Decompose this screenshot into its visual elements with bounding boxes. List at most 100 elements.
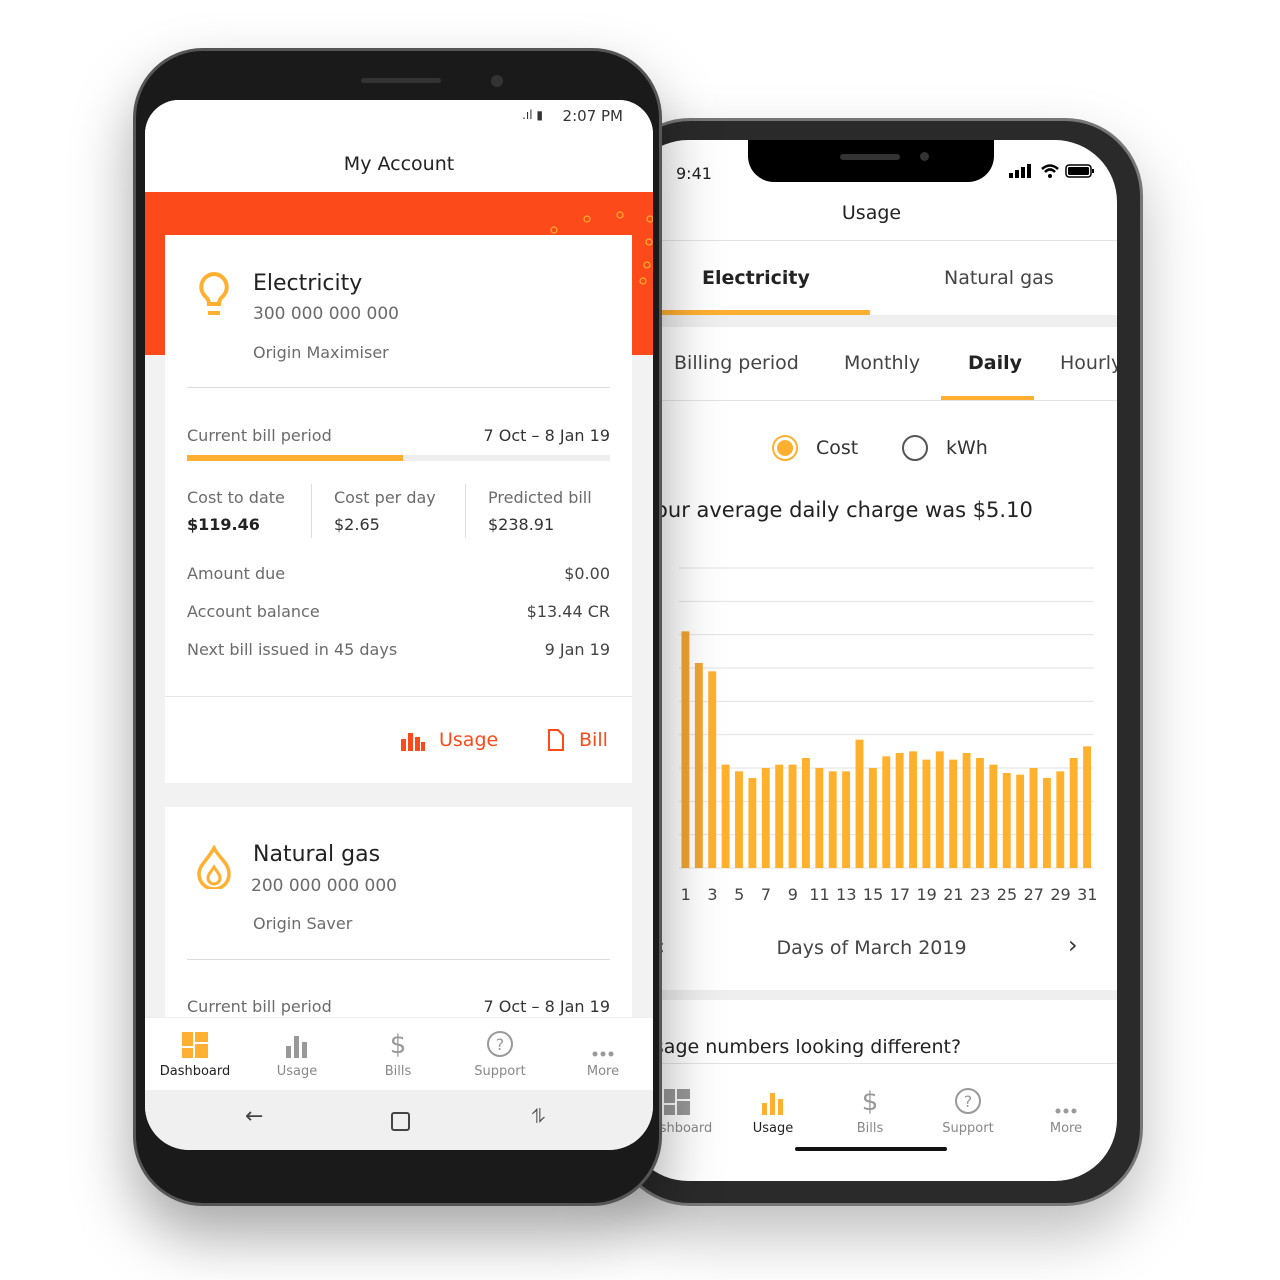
tab-monthly[interactable]: Monthly xyxy=(844,352,920,374)
divider xyxy=(465,484,466,538)
bill-button-label: Bill xyxy=(579,729,608,751)
bar-day-12 xyxy=(828,771,837,868)
bar-day-8 xyxy=(775,764,784,868)
x-tick-label: 5 xyxy=(734,885,744,904)
usage-button-label: Usage xyxy=(439,729,499,751)
next-chevron-icon[interactable]: › xyxy=(1068,931,1078,959)
nav-item-more[interactable]: More xyxy=(1016,1085,1116,1136)
plan-name: Origin Saver xyxy=(253,914,353,933)
tab-hourly[interactable]: Hourly xyxy=(1060,352,1117,374)
battery-icon xyxy=(1065,164,1094,178)
more-icon xyxy=(553,1028,653,1058)
dollar-icon: $ xyxy=(861,1087,879,1117)
bar-day-3 xyxy=(708,671,717,868)
tab-electricity[interactable]: Electricity xyxy=(702,267,810,289)
bar-day-19 xyxy=(922,759,931,868)
nav-item-bills[interactable]: $ Bills xyxy=(348,1028,448,1079)
bar-day-18 xyxy=(909,751,917,868)
speaker xyxy=(840,154,900,160)
nav-label: Usage xyxy=(276,1064,318,1079)
tab-natural-gas[interactable]: Natural gas xyxy=(944,267,1054,289)
x-tick-label: 31 xyxy=(1077,885,1097,904)
row-label: Account balance xyxy=(187,602,320,621)
notch xyxy=(748,140,994,182)
svg-text:?: ? xyxy=(964,1092,973,1111)
bar-day-14 xyxy=(855,739,864,868)
stat-label: Cost per day xyxy=(334,488,436,507)
nav-label: Support xyxy=(474,1064,526,1079)
nav-item-dashboard[interactable]: Dashboard xyxy=(145,1028,245,1079)
x-tick-label: 3 xyxy=(707,885,717,904)
divider xyxy=(626,400,1117,401)
signal-battery-icon: .ıl ▮ xyxy=(522,108,543,122)
radio-kwh[interactable] xyxy=(902,435,928,461)
bar-day-30 xyxy=(1069,758,1078,868)
nav-label: Bills xyxy=(856,1121,884,1136)
bar-day-25 xyxy=(1002,773,1011,868)
plan-name: Origin Maximiser xyxy=(253,343,389,362)
status-time: 2:07 PM xyxy=(562,107,623,125)
nav-item-usage[interactable]: Usage xyxy=(247,1028,347,1079)
nav-item-bills[interactable]: $ Bills xyxy=(820,1085,920,1136)
x-tick-label: 15 xyxy=(863,885,883,904)
electricity-card: Electricity 300 000 000 000 Origin Maxim… xyxy=(165,235,632,783)
more-icon xyxy=(1016,1085,1116,1115)
flame-icon xyxy=(197,845,231,889)
back-icon[interactable]: ← xyxy=(245,1104,263,1129)
card-title: Natural gas xyxy=(253,842,381,867)
gas-card: Natural gas 200 000 000 000 Origin Saver… xyxy=(165,807,632,1027)
tab-billing-period[interactable]: Billing period xyxy=(674,352,799,374)
bar-day-22 xyxy=(962,753,971,868)
x-tick-label: 13 xyxy=(836,885,856,904)
status-icons xyxy=(1009,164,1095,178)
bill-period-value: 7 Oct – 8 Jan 19 xyxy=(483,997,610,1016)
home-indicator[interactable] xyxy=(795,1147,947,1151)
radio-cost[interactable] xyxy=(772,435,798,461)
dollar-icon: $ xyxy=(389,1030,407,1060)
x-tick-label: 11 xyxy=(809,885,829,904)
x-tick-label: 7 xyxy=(761,885,771,904)
stat-value: $238.91 xyxy=(488,515,555,534)
bar-day-29 xyxy=(1056,771,1065,868)
lightbulb-icon xyxy=(199,271,229,315)
question-icon: ? xyxy=(918,1085,1018,1115)
page-title: Usage xyxy=(841,202,902,224)
bar-chart-icon xyxy=(247,1028,347,1058)
divider xyxy=(626,240,1117,241)
system-nav-bar: ← ⥮ xyxy=(145,1090,653,1150)
bar-day-13 xyxy=(842,771,851,868)
x-tick-label: 17 xyxy=(890,885,910,904)
bill-period-label: Current bill period xyxy=(187,997,332,1016)
nav-item-support[interactable]: ? Support xyxy=(450,1028,550,1079)
question-icon: ? xyxy=(450,1028,550,1058)
x-tick-label: 21 xyxy=(943,885,963,904)
x-tick-label: 19 xyxy=(916,885,936,904)
period-label: Days of March 2019 xyxy=(776,937,967,959)
recents-icon[interactable]: ⥮ xyxy=(531,1104,546,1128)
x-tick-label: 23 xyxy=(970,885,990,904)
android-screen: 2:07 PM .ıl ▮ My Account Electricity 300… xyxy=(145,100,653,1150)
bar-day-31 xyxy=(1083,746,1091,868)
divider xyxy=(165,696,632,697)
usage-banner-link[interactable]: Usage numbers looking different? xyxy=(640,1036,961,1058)
page-title: My Account xyxy=(343,153,455,175)
nav-item-support[interactable]: ? Support xyxy=(918,1085,1018,1136)
radio-kwh-label: kWh xyxy=(946,437,988,459)
nav-label: Support xyxy=(942,1121,994,1136)
nav-item-usage[interactable]: Usage xyxy=(723,1085,823,1136)
usage-button[interactable]: Usage xyxy=(401,729,498,751)
bottom-nav: Dashboard Usage $ Bills? Support More xyxy=(145,1017,653,1090)
bar-day-10 xyxy=(801,758,810,868)
nav-item-more[interactable]: More xyxy=(553,1028,653,1079)
home-icon[interactable] xyxy=(391,1112,410,1131)
wifi-icon xyxy=(1041,164,1059,178)
bar-chart-icon xyxy=(723,1085,823,1115)
stat-label: Cost to date xyxy=(187,488,285,507)
bar-day-7 xyxy=(761,768,770,868)
bar-day-28 xyxy=(1042,778,1051,868)
tab-daily[interactable]: Daily xyxy=(968,352,1022,374)
bar-day-4 xyxy=(721,764,730,868)
bill-button[interactable]: Bill xyxy=(547,729,608,751)
divider xyxy=(187,959,610,960)
divider xyxy=(311,484,312,538)
